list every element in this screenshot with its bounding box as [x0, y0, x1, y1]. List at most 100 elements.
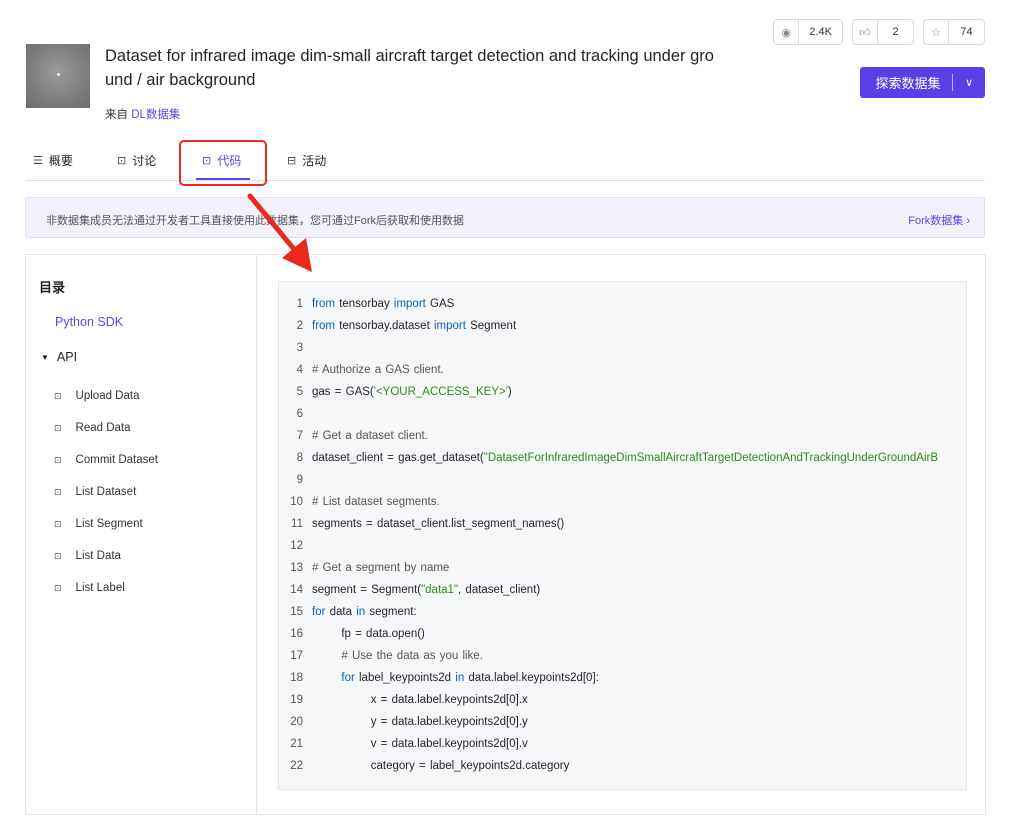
sidebar-item-label: List Dataset [75, 486, 137, 498]
sidebar-item-read-data[interactable]: ⊡ Read Data [54, 422, 131, 434]
code-line: 1 from tensorbay import GAS [279, 293, 455, 315]
tab-overview[interactable]: ☰ 概要 [33, 152, 73, 169]
toc-title: 目录 [39, 280, 66, 295]
sidebar-item-label: Commit Dataset [75, 454, 158, 466]
sidebar-item-python-sdk[interactable]: Python SDK [55, 315, 123, 329]
line-number: 15 [290, 606, 303, 618]
likes-count: 2 [892, 26, 899, 38]
sidebar-item-upload-data[interactable]: ⊡ Upload Data [54, 390, 139, 402]
sidebar-item-list-data[interactable]: ⊡ List Data [54, 550, 121, 562]
calendar-icon: ⊟ [287, 155, 297, 167]
line-number: 14 [290, 584, 303, 596]
line-number: 6 [296, 408, 303, 420]
terminal-icon: ⊡ [54, 454, 62, 465]
sidebar-item-commit-dataset[interactable]: ⊡ Commit Dataset [54, 454, 158, 466]
code-line: 10 # List dataset segments. [279, 491, 440, 513]
stars-count: 74 [960, 26, 973, 38]
code-line: 12 [279, 535, 312, 557]
code-line: 5 gas = GAS('<YOUR_ACCESS_KEY>') [279, 381, 512, 403]
outline-icon: ☰ [33, 155, 43, 167]
source-prefix: 来自 [105, 109, 128, 121]
line-number: 3 [296, 342, 303, 354]
sidebar-item-api[interactable]: ▼ API [41, 350, 77, 364]
eye-icon: ◉ [774, 20, 800, 44]
code-text: # Get a dataset client. [312, 430, 428, 442]
thumbs-up-icon: 👍︎ [853, 20, 878, 44]
fork-dataset-link[interactable]: Fork数据集 › [908, 212, 970, 228]
dataset-source: 来自 DL数据集 [105, 106, 180, 122]
code-line: 9 [279, 469, 312, 491]
line-number: 8 [296, 452, 303, 464]
dataset-title: Dataset for infrared image dim-small air… [105, 47, 714, 89]
code-text: # Authorize a GAS client. [312, 364, 444, 376]
line-number: 21 [290, 738, 303, 750]
caret-down-icon: ▼ [41, 352, 49, 362]
code-text: # List dataset segments. [312, 496, 440, 508]
sidebar-item-label: Upload Data [75, 390, 140, 402]
line-number: 16 [290, 628, 303, 640]
terminal-icon: ⊡ [54, 486, 62, 497]
code-line: 17 # Use the data as you like. [279, 645, 483, 667]
line-number: 2 [296, 320, 303, 332]
fork-notice: 非数据集成员无法通过开发者工具直接使用此数据集，您可通过Fork后获取和使用数据… [25, 197, 985, 238]
line-number: 22 [290, 760, 303, 772]
code-text: fp = data.open() [312, 628, 425, 640]
code-text: dataset_client = gas.get_dataset("Datase… [312, 452, 939, 464]
terminal-icon: ⊡ [54, 422, 62, 433]
line-number: 13 [290, 562, 303, 574]
tab-discussion[interactable]: ⊡ 讨论 [117, 152, 156, 169]
annotation-arrow [247, 193, 312, 272]
code-text: y = data.label.keypoints2d[0].y [312, 716, 528, 728]
line-number: 4 [296, 364, 303, 376]
code-line: 3 [279, 337, 312, 359]
tab-discussion-label: 讨论 [132, 154, 157, 168]
code-block[interactable]: 1 from tensorbay import GAS 2 from tensorba… [278, 281, 967, 790]
terminal-icon: ⊡ [54, 518, 62, 529]
code-text: segment = Segment("data1", dataset_clien… [312, 584, 541, 596]
tab-activity-label: 活动 [302, 154, 327, 168]
code-text: segments = dataset_client.list_segment_n… [312, 518, 565, 530]
line-number: 17 [290, 650, 303, 662]
sidebar-item-label: List Data [75, 550, 121, 562]
source-link[interactable]: DL数据集 [131, 109, 180, 121]
code-line: 15 for data in segment: [279, 601, 416, 623]
star-icon: ☆ [924, 20, 949, 44]
toc-sidebar: 目录 Python SDK ▼ API ⊡ Upload Data ⊡ Read… [26, 255, 257, 814]
tab-activity[interactable]: ⊟ 活动 [287, 152, 326, 169]
code-text: gas = GAS('<YOUR_ACCESS_KEY>') [312, 386, 512, 398]
code-text: category = label_keypoints2d.category [312, 760, 570, 772]
code-text: for label_keypoints2d in data.label.keyp… [341, 672, 599, 684]
chevron-down-icon[interactable]: ∨ [953, 76, 985, 89]
code-text: from tensorbay import GAS [312, 298, 455, 310]
dataset-thumbnail [26, 44, 90, 108]
line-number: 5 [296, 386, 303, 398]
api-label: API [56, 350, 78, 364]
code-line: 16 fp = data.open() [279, 623, 425, 645]
views-count: 2.4K [809, 26, 832, 38]
annotation-highlight-box [179, 140, 267, 186]
sidebar-item-list-label[interactable]: ⊡ List Label [54, 582, 125, 594]
like-button[interactable]: 👍︎ 2 [852, 19, 914, 45]
code-line: 11 segments = dataset_client.list_segment… [279, 513, 564, 535]
line-number: 18 [290, 672, 303, 684]
star-button[interactable]: ☆ 74 [923, 19, 985, 45]
line-number: 19 [290, 694, 303, 706]
stats-bar: ◉ 2.4K 👍︎ 2 ☆ 74 [773, 19, 985, 45]
code-text: # Get a segment by name [312, 562, 450, 574]
code-line: 21 v = data.label.keypoints2d[0].v [279, 733, 528, 755]
terminal-icon: ⊡ [54, 550, 62, 561]
code-line: 19 x = data.label.keypoints2d[0].x [279, 689, 528, 711]
views-stat[interactable]: ◉ 2.4K [773, 19, 843, 45]
sidebar-item-label: List Label [75, 582, 125, 594]
comment-icon: ⊡ [117, 155, 127, 167]
code-line: 18 for label_keypoints2d in data.label.k… [279, 667, 599, 689]
sidebar-item-list-dataset[interactable]: ⊡ List Dataset [54, 486, 136, 498]
tab-bar: ☰ 概要 ⊡ 讨论 ⊡ 代码 ⊟ 活动 [26, 143, 985, 181]
line-number: 7 [296, 430, 303, 442]
code-line: 7 # Get a dataset client. [279, 425, 428, 447]
code-line: 6 [279, 403, 312, 425]
sidebar-item-list-segment[interactable]: ⊡ List Segment [54, 518, 143, 530]
code-text: v = data.label.keypoints2d[0].v [312, 738, 528, 750]
terminal-icon: ⊡ [54, 390, 62, 401]
explore-dataset-button[interactable]: 探索数据集 ∨ [860, 67, 985, 98]
